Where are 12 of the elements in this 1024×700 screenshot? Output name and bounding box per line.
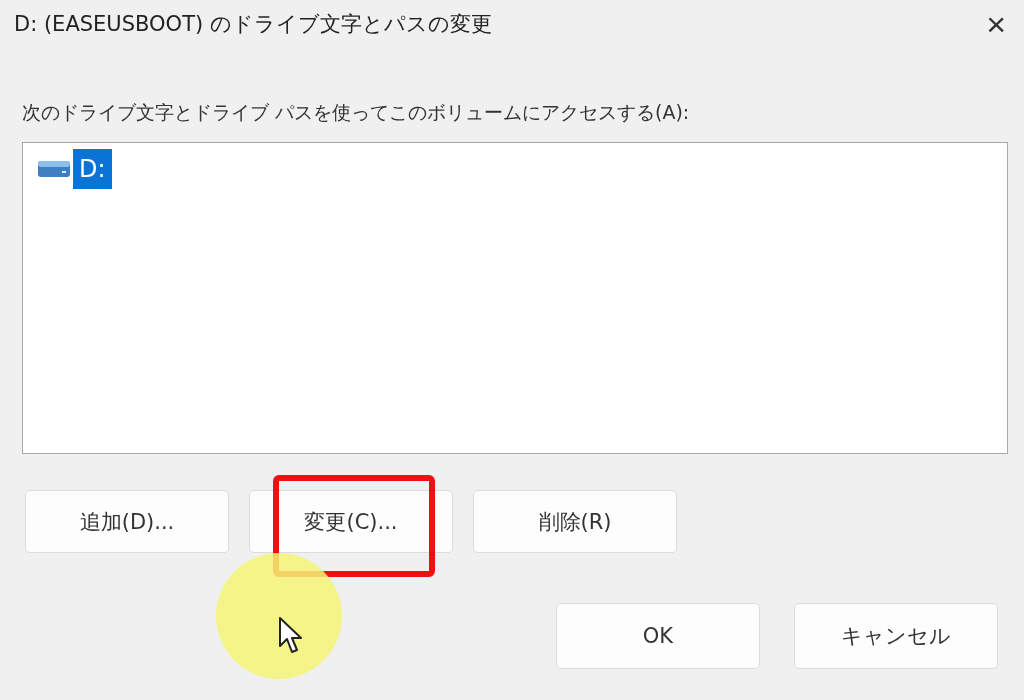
action-button[interactable]: 変更(C)... (249, 490, 453, 553)
list-label: 次のドライブ文字とドライブ パスを使ってこのボリュームにアクセスする(A): (22, 100, 691, 125)
action-button[interactable]: 削除(R) (473, 490, 677, 553)
action-button[interactable]: 追加(D)... (25, 490, 229, 553)
drive-list[interactable]: D: (22, 142, 1008, 454)
cursor-icon (278, 616, 304, 656)
list-item[interactable]: D: (73, 149, 112, 189)
dialog-button[interactable]: OK (556, 603, 760, 669)
close-button[interactable]: × (982, 7, 1010, 41)
drive-icon (37, 160, 71, 178)
window-title: D: (EASEUSBOOT) のドライブ文字とパスの変更 (14, 11, 492, 38)
dialog-button[interactable]: キャンセル (794, 603, 998, 669)
